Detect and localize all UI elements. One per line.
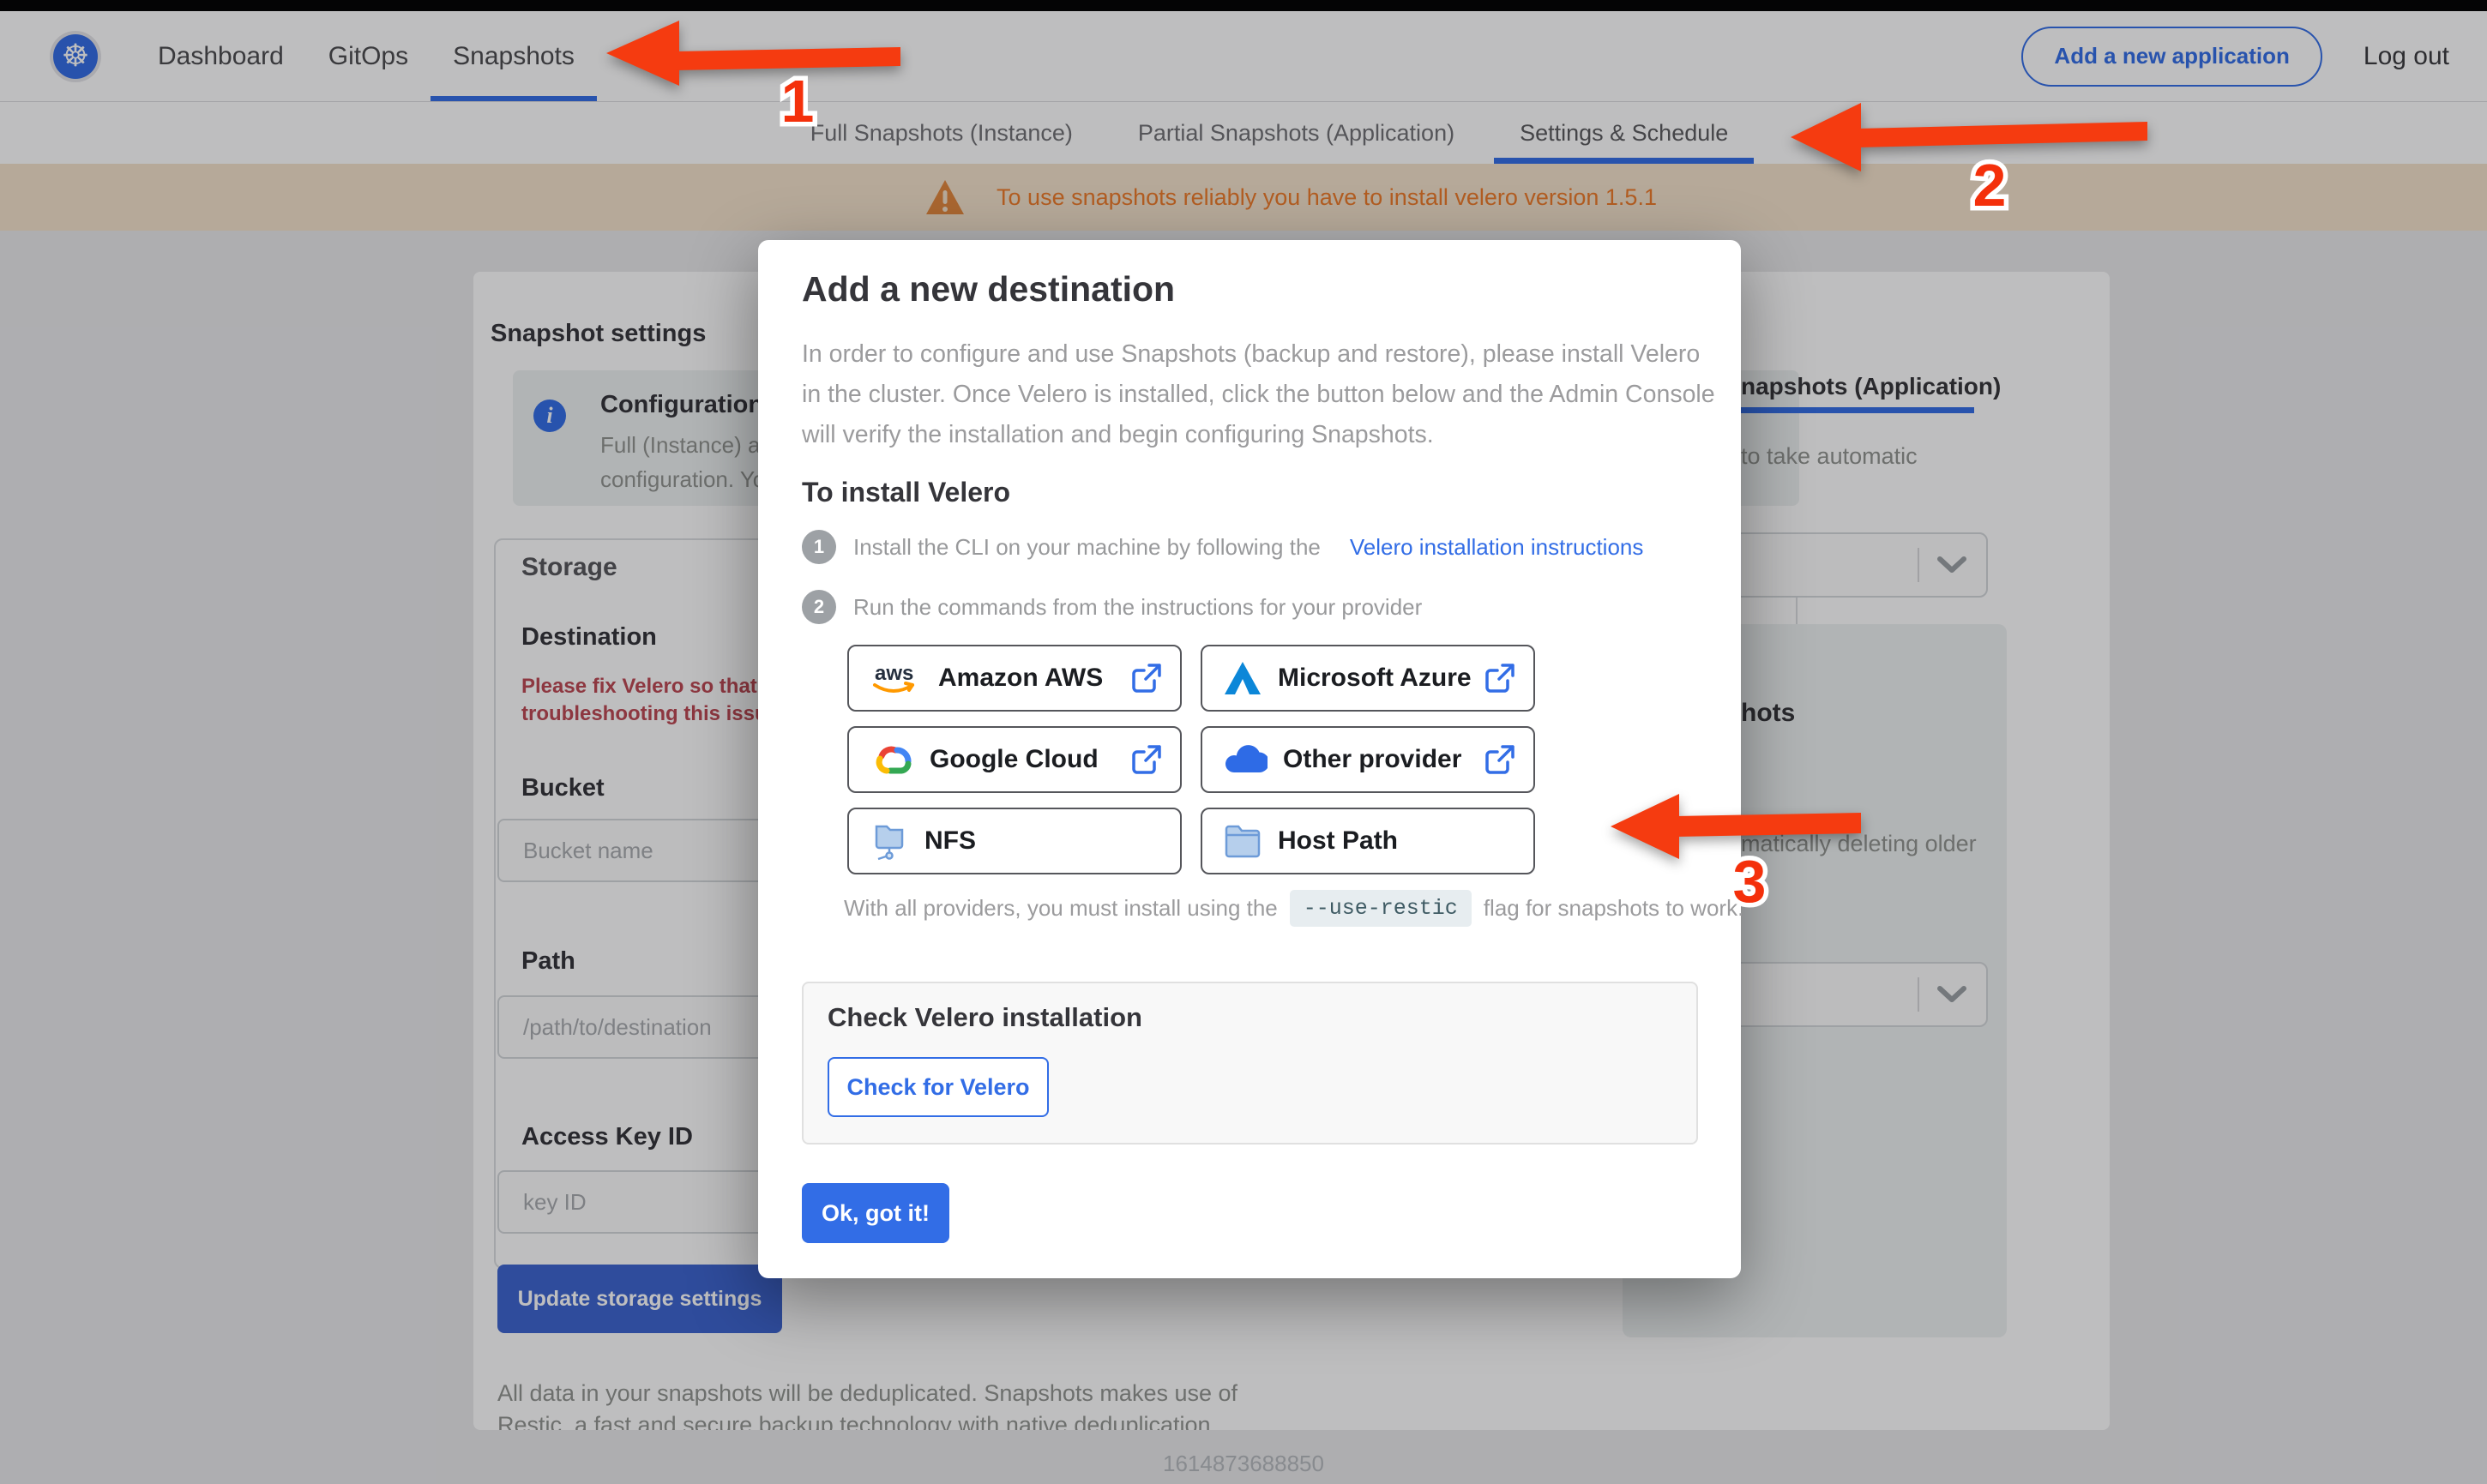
provider-nfs-button[interactable]: NFS [847, 808, 1182, 874]
admin-console-page: ☸ Dashboard GitOps Snapshots Add a new a… [0, 0, 2487, 1484]
add-destination-modal: Add a new destination In order to config… [758, 240, 1743, 1278]
step-2-badge: 2 [802, 590, 836, 624]
aws-logo-icon: aws [873, 662, 914, 693]
modal-intro-text: In order to configure and use Snapshots … [802, 340, 1715, 448]
provider-other-button[interactable]: Other provider [1201, 726, 1535, 793]
google-cloud-logo-icon [876, 746, 912, 774]
step-1-text: Install the CLI on your machine by follo… [853, 533, 1321, 560]
external-link-icon [1485, 664, 1514, 693]
provider-label: Other provider [1283, 745, 1462, 773]
restic-note-suffix: flag for snapshots to work. [1483, 895, 1744, 921]
provider-label: Google Cloud [930, 745, 1099, 773]
azure-logo-icon [1225, 662, 1261, 694]
velero-instructions-link[interactable]: Velero installation instructions [1350, 534, 1644, 561]
install-step-2: 2 Run the commands from the instructions… [802, 590, 1422, 624]
restic-flag-chip: --use-restic [1289, 890, 1472, 927]
cloud-icon [1225, 745, 1268, 773]
ok-got-it-button[interactable]: Ok, got it! [802, 1183, 949, 1243]
provider-host-path-button[interactable]: Host Path [1201, 808, 1535, 874]
provider-label: NFS [924, 826, 976, 855]
step-1-badge: 1 [802, 530, 836, 564]
provider-label: Amazon AWS [938, 664, 1104, 692]
install-velero-heading: To install Velero [802, 477, 1011, 508]
provider-label: Host Path [1278, 826, 1399, 855]
provider-amazon-aws-button[interactable]: aws Amazon AWS [847, 645, 1182, 712]
step-2-text: Run the commands from the instructions f… [853, 593, 1423, 620]
nfs-network-folder-icon [875, 825, 904, 861]
provider-grid: aws Amazon AWS Microsoft Azure Google Cl… [847, 645, 1535, 874]
svg-text:aws: aws [875, 662, 913, 685]
restic-note-prefix: With all providers, you must install usi… [844, 895, 1278, 921]
check-velero-heading: Check Velero installation [828, 1002, 1142, 1032]
provider-google-cloud-button[interactable]: Google Cloud [847, 726, 1182, 793]
external-link-icon [1485, 745, 1514, 774]
external-link-icon [1132, 664, 1161, 693]
check-velero-box: Check Velero installation Check for Vele… [802, 982, 1698, 1145]
provider-microsoft-azure-button[interactable]: Microsoft Azure [1201, 645, 1535, 712]
restic-note: With all providers, you must install usi… [844, 890, 1743, 927]
modal-title: Add a new destination [802, 269, 1176, 309]
folder-icon [1225, 825, 1261, 858]
external-link-icon [1132, 745, 1161, 774]
check-for-velero-button[interactable]: Check for Velero [828, 1057, 1049, 1117]
provider-label: Microsoft Azure [1278, 664, 1472, 692]
install-step-1: 1 Install the CLI on your machine by fol… [802, 530, 1643, 564]
